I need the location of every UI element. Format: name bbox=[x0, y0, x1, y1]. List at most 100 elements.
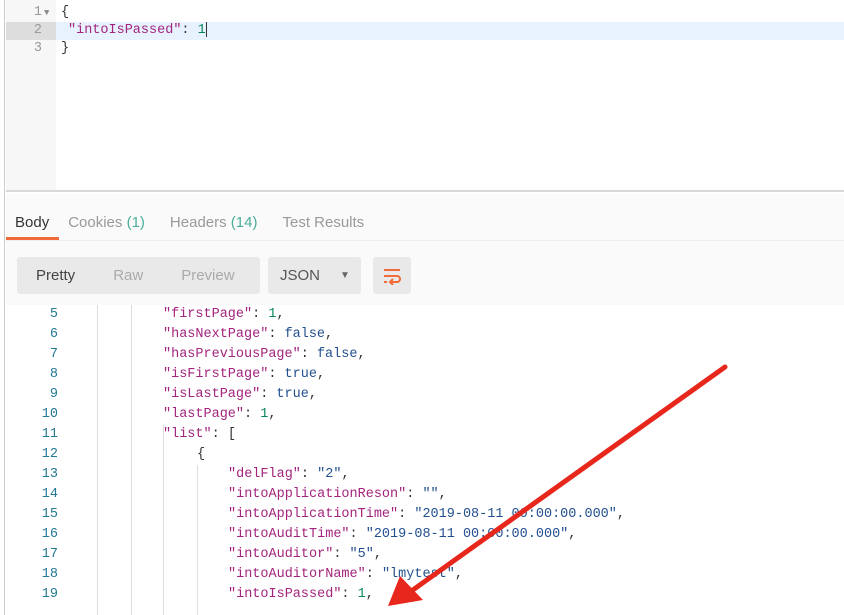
view-mode-group: Pretty Raw Preview bbox=[17, 257, 260, 294]
json-sep: : bbox=[406, 487, 423, 502]
line-number: 13 bbox=[41, 467, 58, 482]
json-value: 1 bbox=[357, 587, 366, 602]
code-line: 15 "intoApplicationTime": "2019-08-11 00:… bbox=[6, 505, 844, 525]
line-number: 12 bbox=[41, 447, 58, 462]
fold-arrow-icon[interactable]: ▼ bbox=[44, 4, 49, 22]
json-sep: : bbox=[349, 527, 366, 542]
json-sep: : bbox=[252, 307, 269, 322]
json-value: "2019-08-11 00:00:00.000" bbox=[414, 507, 617, 522]
code-line: 16 "intoAuditTime": "2019-08-11 00:00:00.… bbox=[6, 525, 844, 545]
line-number: 7 bbox=[49, 347, 58, 362]
format-dropdown[interactable]: JSON ▼ bbox=[268, 257, 361, 294]
json-punct: , bbox=[373, 547, 382, 562]
code-text: "isFirstPage": true, bbox=[163, 365, 325, 385]
code-text: "isLastPage": true, bbox=[163, 385, 317, 405]
code-text: "list": [ bbox=[163, 425, 236, 445]
json-value: true bbox=[284, 367, 317, 382]
json-key: "isLastPage" bbox=[163, 387, 261, 402]
json-sep: : bbox=[268, 367, 285, 382]
wrap-lines-icon bbox=[384, 268, 401, 285]
line-number: 2 bbox=[6, 22, 56, 40]
left-border bbox=[0, 0, 5, 615]
json-sep: : bbox=[300, 347, 317, 362]
json-key: "intoApplicationReson" bbox=[228, 487, 407, 502]
json-sep: : bbox=[260, 387, 277, 402]
tab-count: (1) bbox=[126, 214, 145, 231]
json-punct: , bbox=[325, 327, 334, 342]
code-text: "intoAuditorName": "lmytest", bbox=[228, 565, 463, 585]
line-number: 14 bbox=[41, 487, 58, 502]
line-number: 5 bbox=[49, 307, 58, 322]
editor-line-active: 2 "intoIsPassed": 1 bbox=[6, 22, 844, 40]
response-panel: Body Cookies (1) Headers (14) Test Resul… bbox=[6, 194, 844, 615]
editor-line: 1 ▼ { bbox=[6, 4, 844, 22]
line-number: 18 bbox=[41, 567, 58, 582]
line-number: 10 bbox=[41, 407, 58, 422]
tab-headers[interactable]: Headers (14) bbox=[161, 208, 268, 240]
tab-test-results[interactable]: Test Results bbox=[273, 208, 374, 240]
json-key: "intoIsPassed" bbox=[228, 587, 342, 602]
json-punct: , bbox=[276, 307, 285, 322]
json-key: "hasPreviousPage" bbox=[163, 347, 301, 362]
code-line: 6 "hasNextPage": false, bbox=[6, 325, 844, 345]
json-sep: : bbox=[211, 427, 228, 442]
code-line: 18 "intoAuditorName": "lmytest", bbox=[6, 565, 844, 585]
line-number: 1 bbox=[33, 5, 42, 20]
tab-count: (14) bbox=[230, 214, 258, 231]
json-key: "list" bbox=[163, 427, 212, 442]
line-number: 15 bbox=[41, 507, 58, 522]
json-value: "2" bbox=[317, 467, 342, 482]
json-punct: , bbox=[454, 567, 463, 582]
json-value: "2019-08-11 00:00:00.000" bbox=[365, 527, 569, 542]
response-code-view[interactable]: 5 "firstPage": 1, 6 "hasNextPage": false, 7 "… bbox=[6, 305, 844, 615]
json-sep: : bbox=[333, 547, 350, 562]
editor-line: 3 } bbox=[6, 40, 844, 58]
tab-label: Cookies bbox=[68, 214, 123, 231]
tab-body[interactable]: Body bbox=[6, 208, 60, 240]
json-value: true bbox=[276, 387, 309, 402]
code-text: "lastPage": 1, bbox=[163, 405, 276, 425]
tab-cookies[interactable]: Cookies (1) bbox=[59, 208, 155, 240]
raw-button[interactable]: Raw bbox=[94, 267, 162, 284]
format-label: JSON bbox=[280, 267, 321, 284]
json-key: "intoAuditorName" bbox=[228, 567, 366, 582]
request-body-editor[interactable]: 1 ▼ { 2 "intoIsPassed": 1 3 } bbox=[6, 0, 844, 192]
json-value: [ bbox=[227, 427, 236, 442]
json-value: false bbox=[284, 327, 326, 342]
code-line: 11 "list": [ bbox=[6, 425, 844, 445]
response-tabs: Body Cookies (1) Headers (14) Test Resul… bbox=[6, 208, 374, 240]
code-line: 17 "intoAuditor": "5", bbox=[6, 545, 844, 565]
code-line: 13 "delFlag": "2", bbox=[6, 465, 844, 485]
json-sep: : bbox=[398, 507, 415, 522]
chevron-down-icon: ▼ bbox=[340, 270, 350, 281]
pretty-button[interactable]: Pretty bbox=[17, 267, 94, 284]
json-punct: , bbox=[438, 487, 447, 502]
tab-label: Test Results bbox=[282, 214, 365, 231]
json-key: "firstPage" bbox=[163, 307, 253, 322]
preview-button[interactable]: Preview bbox=[162, 267, 253, 284]
json-value: "5" bbox=[349, 547, 374, 562]
json-sep: : bbox=[181, 23, 198, 39]
tab-label: Headers bbox=[169, 214, 227, 231]
wrap-lines-button[interactable] bbox=[373, 257, 411, 294]
json-key: "intoAuditor" bbox=[228, 547, 334, 562]
code-text: "firstPage": 1, bbox=[163, 305, 285, 325]
json-sep: : bbox=[341, 587, 358, 602]
line-number: 6 bbox=[49, 327, 58, 342]
line-number: 17 bbox=[41, 547, 58, 562]
code-text: "intoAuditor": "5", bbox=[228, 545, 382, 565]
code-text: "delFlag": "2", bbox=[228, 465, 350, 485]
json-punct: , bbox=[268, 407, 277, 422]
code-text: { bbox=[61, 5, 70, 20]
line-number: 16 bbox=[41, 527, 58, 542]
text-cursor bbox=[205, 22, 207, 37]
json-value: 1 bbox=[197, 23, 206, 39]
json-punct: , bbox=[316, 367, 326, 382]
json-value: false bbox=[316, 347, 358, 362]
json-punct: , bbox=[357, 347, 366, 362]
code-line: 19 "intoIsPassed": 1, bbox=[6, 585, 844, 605]
json-sep: : bbox=[300, 467, 318, 482]
json-value: "" bbox=[422, 487, 439, 502]
code-line: 10 "lastPage": 1, bbox=[6, 405, 844, 425]
json-punct: , bbox=[616, 507, 625, 522]
